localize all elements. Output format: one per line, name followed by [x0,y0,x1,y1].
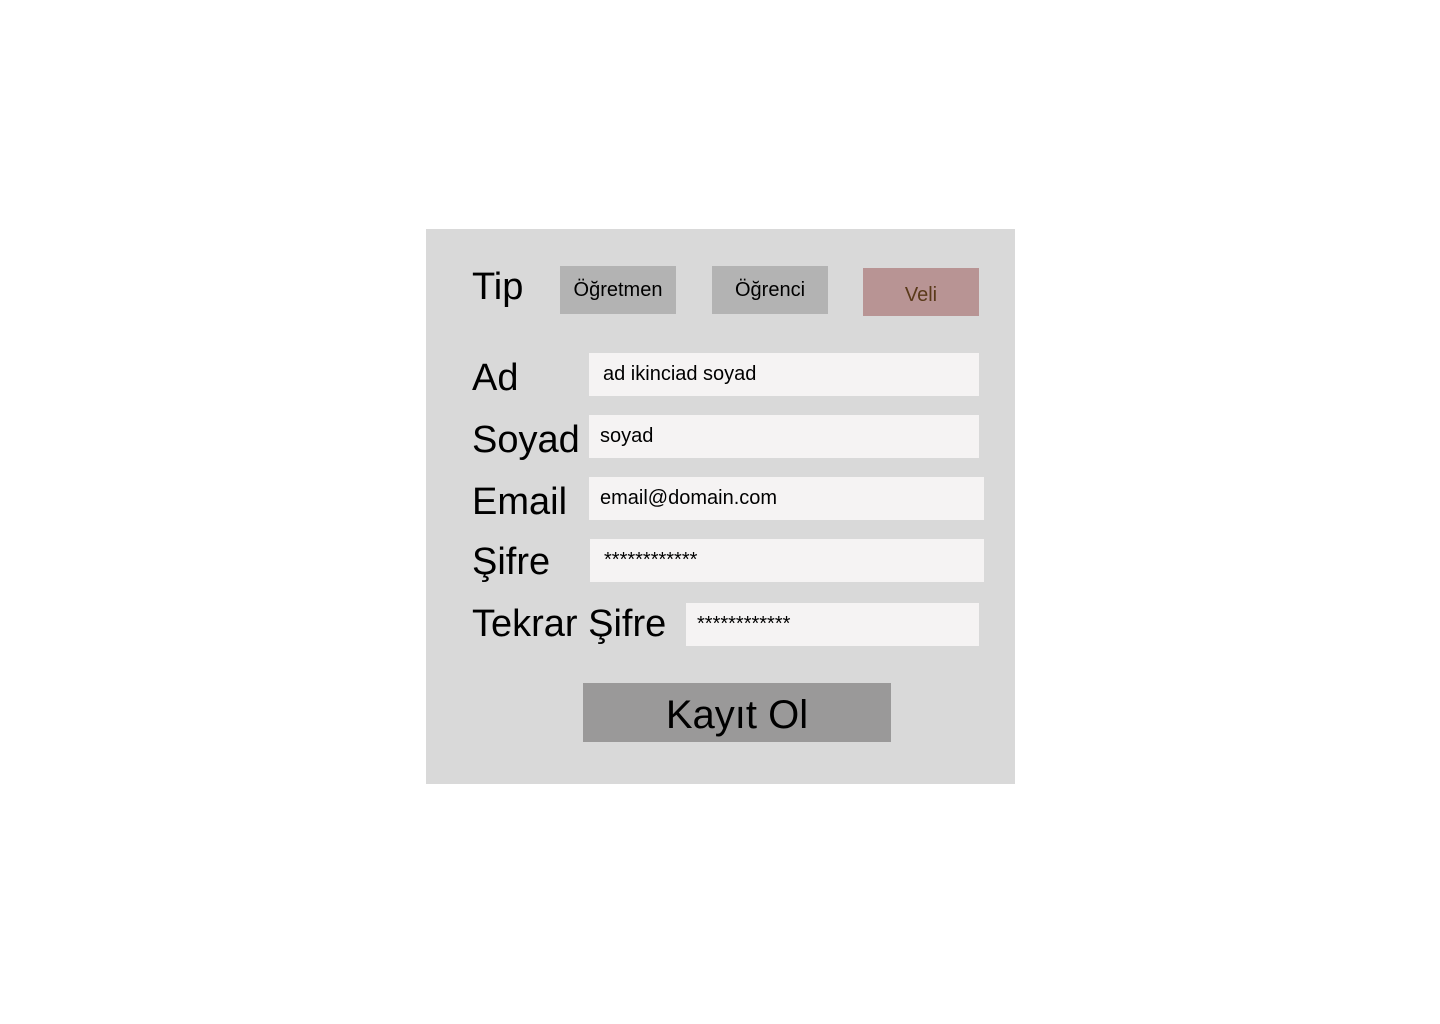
registration-form: Tip Öğretmen Öğrenci Veli Ad ad ikinciad… [426,229,1015,784]
ad-input[interactable]: ad ikinciad soyad [589,353,979,396]
type-label: Tip [472,266,524,308]
email-label: Email [472,481,568,523]
tekrar-sifre-label: Tekrar Şifre [472,603,667,645]
soyad-label: Soyad [472,419,580,461]
soyad-input[interactable]: soyad [589,415,979,458]
tekrar-sifre-input[interactable]: ************ [686,603,979,646]
sifre-input[interactable]: ************ [590,539,984,582]
register-button[interactable]: Kayıt Ol [583,683,891,742]
ad-label: Ad [472,357,519,399]
type-option-ogrenci[interactable]: Öğrenci [712,266,828,314]
type-option-veli[interactable]: Veli [863,268,979,316]
email-input[interactable]: email@domain.com [589,477,984,520]
type-option-ogretmen[interactable]: Öğretmen [560,266,676,314]
sifre-label: Şifre [472,541,551,583]
